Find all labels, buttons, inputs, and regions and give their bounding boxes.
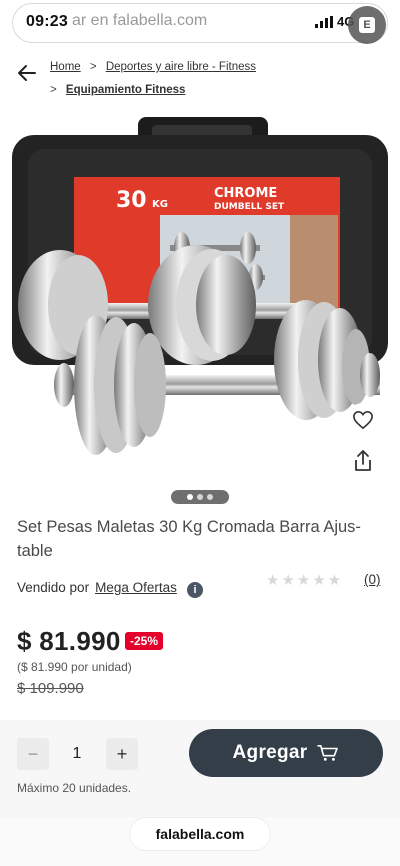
quantity-value[interactable]: 1 — [60, 738, 94, 770]
browser-domain[interactable]: falabella.com — [130, 818, 270, 850]
breadcrumb-home-link[interactable]: Home — [50, 61, 81, 73]
rating-stars: ★★★★★ — [266, 572, 344, 589]
seller-label: Vendido por — [17, 580, 90, 595]
breadcrumb-subcategory-link[interactable]: Equipamiento Fitness — [66, 84, 186, 96]
signal-icon — [315, 16, 333, 28]
add-to-cart-button[interactable]: Agregar — [189, 729, 383, 777]
case-line2: DUMBELL SET — [214, 202, 285, 212]
discount-badge: -25% — [125, 632, 164, 650]
reviews-link[interactable]: (0) — [364, 572, 381, 587]
status-time: 09:23 — [26, 13, 68, 30]
breadcrumb: Home > Deportes y aire libre - Fitness >… — [50, 56, 256, 102]
case-weight: 30 — [116, 188, 147, 213]
carousel-indicator[interactable] — [171, 490, 229, 504]
favorite-button[interactable] — [346, 403, 380, 437]
back-arrow-icon[interactable] — [16, 62, 38, 84]
case-line1: CHROME — [214, 186, 277, 201]
quantity-decrease-button[interactable]: − — [17, 738, 49, 770]
search-input[interactable]: ar en falabella.com — [72, 12, 207, 30]
case-unit: KG — [152, 199, 168, 210]
current-price: $ 81.990 — [17, 626, 121, 656]
original-price: $ 109.990 — [17, 680, 84, 697]
account-button[interactable]: E — [348, 6, 386, 44]
carousel-dot[interactable] — [187, 494, 193, 500]
add-to-cart-label: Agregar — [232, 742, 308, 763]
heart-icon — [353, 410, 373, 430]
info-icon[interactable]: i — [187, 582, 203, 598]
breadcrumb-category-link[interactable]: Deportes y aire libre - Fitness — [106, 61, 256, 73]
carousel-dot[interactable] — [197, 494, 203, 500]
quantity-increase-button[interactable]: + — [106, 738, 138, 770]
share-icon[interactable] — [350, 448, 376, 474]
breadcrumb-separator: > — [50, 84, 57, 96]
cart-icon — [317, 744, 339, 761]
max-units-note: Máximo 20 unidades. — [17, 781, 132, 795]
breadcrumb-separator: > — [89, 61, 97, 73]
top-bar: 09:23 ar en falabella.com 4G E — [0, 0, 400, 46]
seller-info: Vendido por Mega Ofertas — [17, 580, 177, 595]
account-badge: E — [359, 17, 375, 33]
carousel-dot[interactable] — [207, 494, 213, 500]
seller-link[interactable]: Mega Ofertas — [95, 580, 177, 595]
product-title: Set Pesas Maletas 30 Kg Cromada Barra Aj… — [17, 518, 361, 560]
product-image[interactable]: 30 KG CHROME DUMBELL SET — [0, 105, 400, 505]
unit-price: ($ 81.990 por unidad) — [17, 660, 132, 674]
